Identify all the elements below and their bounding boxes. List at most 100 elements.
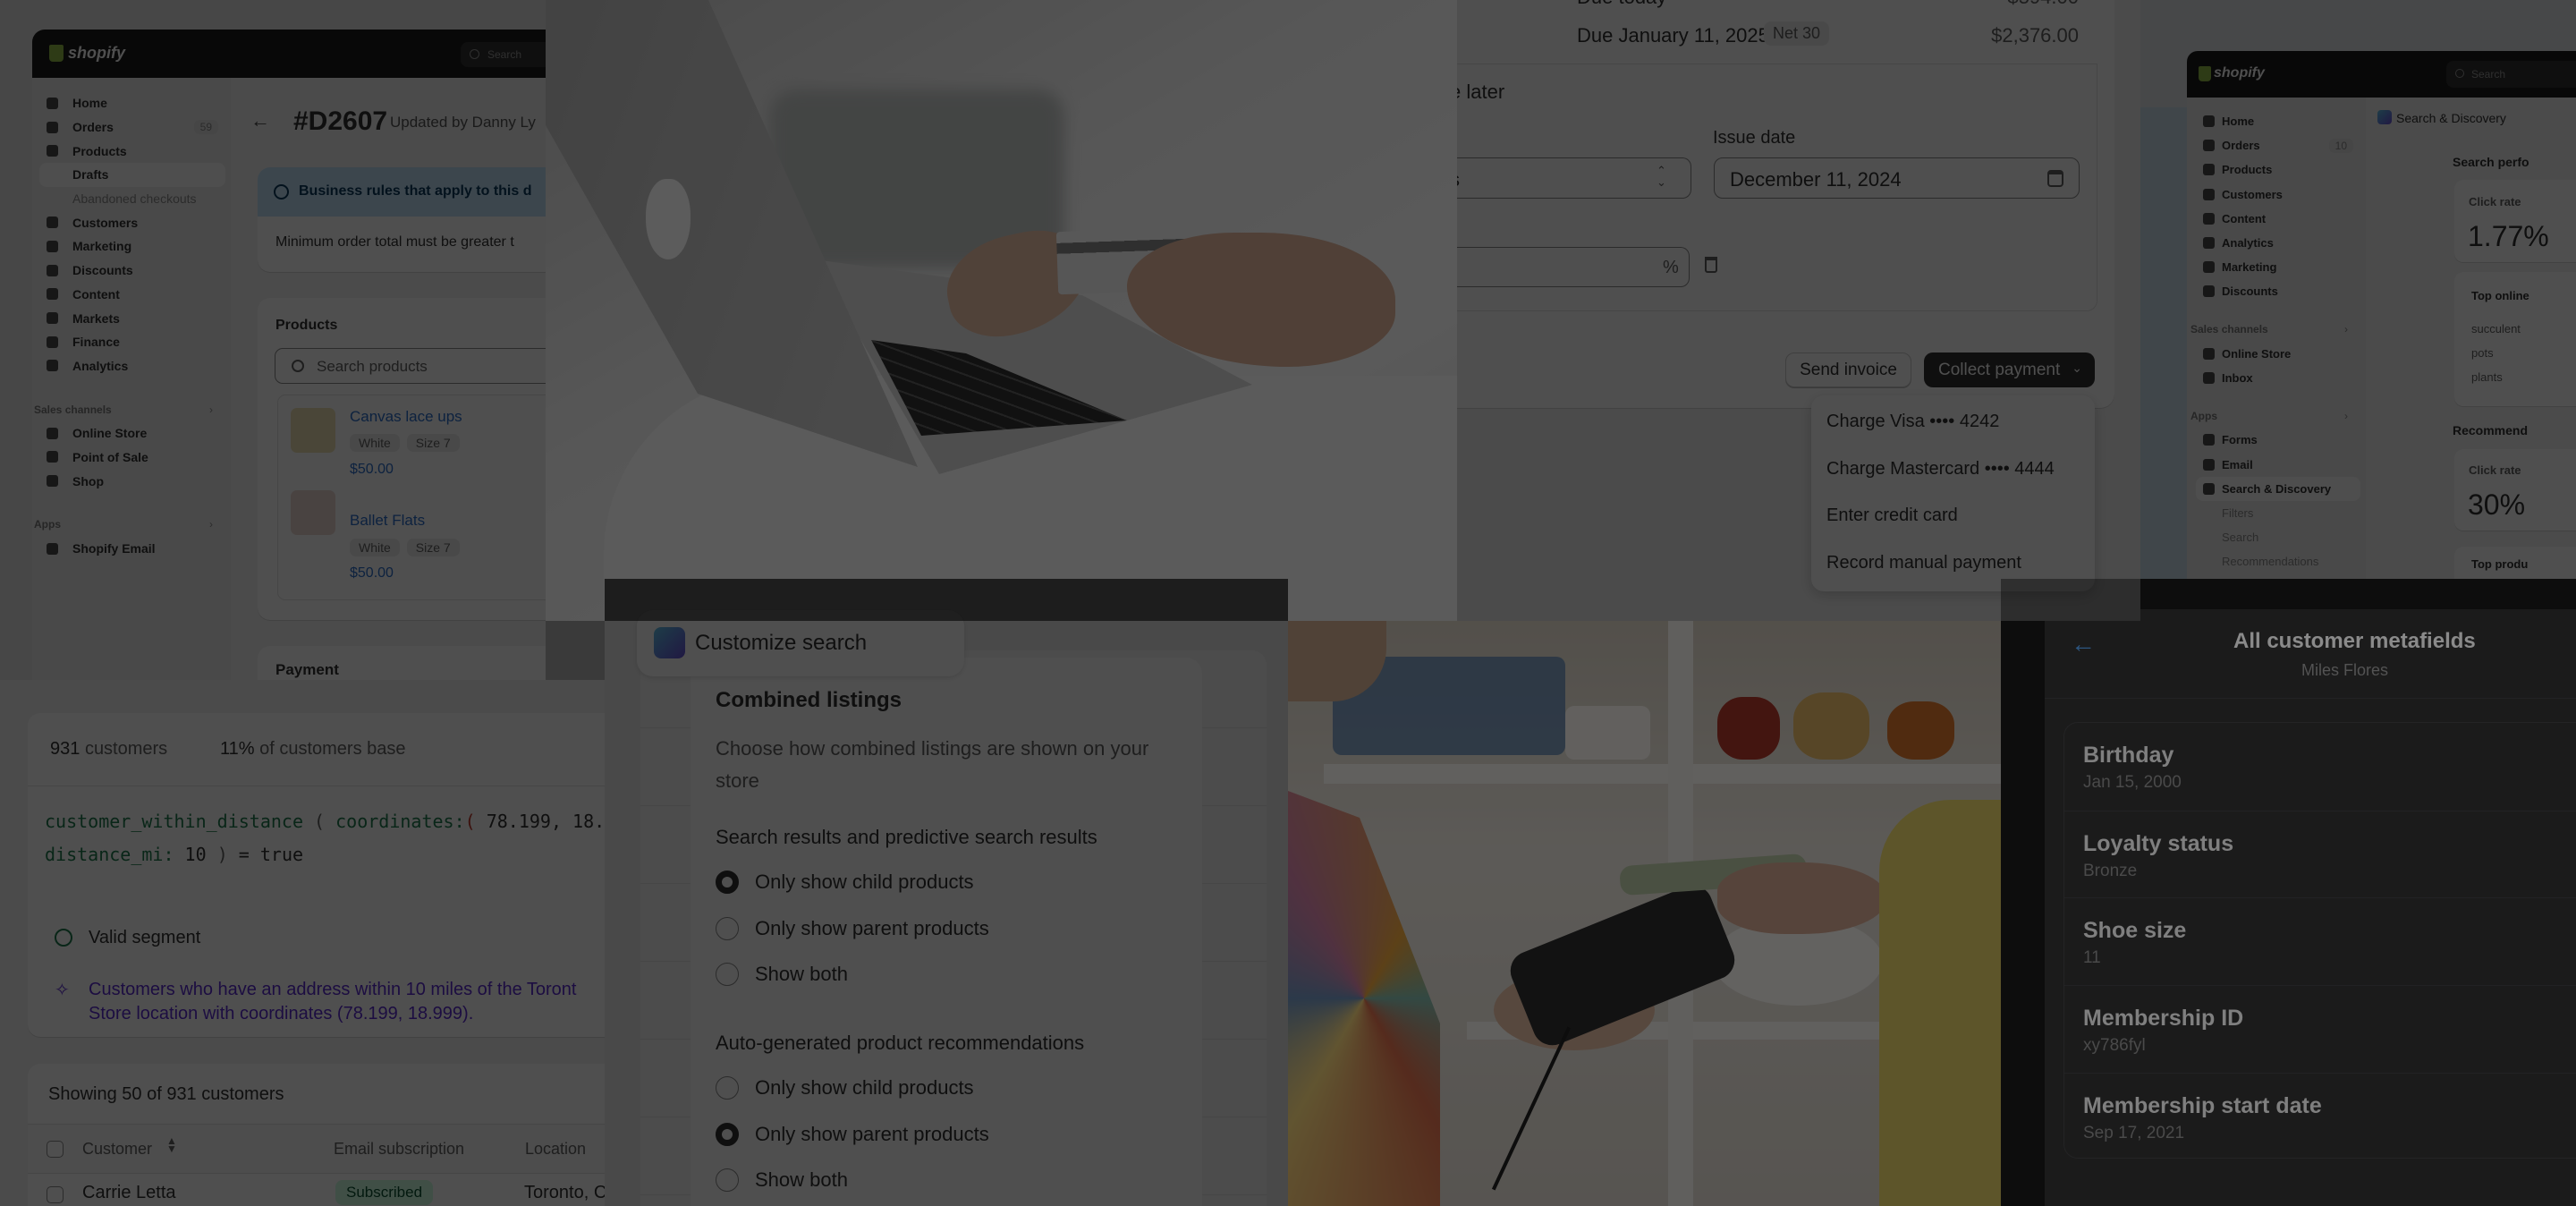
table-row[interactable]: Carrie Letta Subscribed Toronto, C bbox=[28, 1175, 605, 1206]
global-search[interactable]: Search bbox=[461, 42, 546, 67]
radio-button[interactable] bbox=[716, 916, 739, 940]
sidebar-item-shopify-email[interactable]: Shopify Email bbox=[47, 537, 225, 561]
product-name-link[interactable]: Canvas lace ups bbox=[350, 408, 462, 426]
payment-menu-item[interactable]: Charge Mastercard •••• 4444 bbox=[1826, 459, 2055, 480]
sidebar-item-recommendations[interactable]: Recommendations bbox=[2203, 549, 2360, 573]
marketing-icon bbox=[2203, 261, 2215, 274]
sidebar-item-drafts[interactable]: Drafts bbox=[39, 163, 225, 187]
radio-button[interactable] bbox=[716, 1168, 739, 1192]
sidebar-item-label: Point of Sale bbox=[72, 449, 148, 464]
metafield-row[interactable]: Membership ID xy786fyl bbox=[2064, 985, 2576, 1072]
metafield-row[interactable]: Membership start date Sep 17, 2021 bbox=[2064, 1072, 2576, 1159]
radio-option-label[interactable]: Only show parent products bbox=[755, 917, 989, 940]
issue-date-input[interactable]: December 11, 2024 bbox=[1714, 157, 2080, 199]
search-products-input[interactable]: Search products bbox=[275, 348, 546, 384]
metric-label: Click rate bbox=[2469, 195, 2521, 208]
metafield-label: Loyalty status bbox=[2083, 830, 2234, 856]
collect-payment-button[interactable]: Collect payment ⌄ bbox=[1924, 352, 2095, 387]
row-checkbox[interactable] bbox=[47, 1186, 64, 1203]
product-name-link[interactable]: Ballet Flats bbox=[350, 512, 425, 530]
sidebar-item-online-store[interactable]: Online Store bbox=[47, 421, 225, 446]
variant-chips: White Size 7 bbox=[350, 434, 467, 452]
sidebar-item-products[interactable]: Products bbox=[47, 139, 225, 163]
sidebar-item-marketing[interactable]: Marketing bbox=[47, 234, 225, 259]
page-title: #D2607 bbox=[293, 106, 388, 136]
sidebar-item-email[interactable]: Email bbox=[2203, 452, 2360, 476]
calendar-icon[interactable] bbox=[2047, 170, 2063, 187]
customer-segment-panel: 931 customers 11% of customers base cust… bbox=[0, 680, 605, 1206]
sidebar-item-filters[interactable]: Filters bbox=[2203, 501, 2360, 525]
customer-name[interactable]: Carrie Letta bbox=[82, 1183, 176, 1203]
metafield-row[interactable]: Birthday Jan 15, 2000 bbox=[2064, 723, 2576, 810]
sidebar-item-products[interactable]: Products bbox=[2203, 157, 2360, 182]
content-icon bbox=[2203, 212, 2215, 225]
section-label: Sales channels bbox=[2190, 323, 2268, 336]
radio-option-label[interactable]: Show both bbox=[755, 963, 848, 986]
sidebar-item-orders[interactable]: Orders 10 bbox=[2203, 133, 2360, 157]
sidebar-item-search-discovery[interactable]: Search & Discovery bbox=[2196, 476, 2360, 501]
metafield-label: Birthday bbox=[2083, 743, 2174, 768]
chevron-right-icon[interactable]: › bbox=[2344, 410, 2348, 422]
sidebar-item-home[interactable]: Home bbox=[47, 91, 225, 115]
payment-menu-item[interactable]: Enter credit card bbox=[1826, 505, 1958, 526]
sidebar-item-finance[interactable]: Finance bbox=[47, 330, 225, 354]
send-invoice-button[interactable]: Send invoice bbox=[1785, 352, 1911, 387]
radio-option-label[interactable]: Only show child products bbox=[755, 871, 974, 894]
radio-option-label[interactable]: Only show parent products bbox=[755, 1123, 989, 1146]
sidebar-item-abandoned-checkouts[interactable]: Abandoned checkouts bbox=[47, 187, 225, 211]
sidebar-item-search[interactable]: Search bbox=[2203, 525, 2360, 549]
marketing-icon bbox=[47, 240, 58, 252]
sidebar-item-discounts[interactable]: Discounts bbox=[2203, 279, 2360, 303]
column-header-customer[interactable]: Customer bbox=[82, 1140, 152, 1159]
shopify-logo: shopify bbox=[2214, 65, 2265, 81]
radio-button[interactable] bbox=[716, 1076, 739, 1100]
sidebar-item-point-of-sale[interactable]: Point of Sale bbox=[47, 446, 225, 470]
content-icon bbox=[47, 288, 58, 301]
sidebar-item-customers[interactable]: Customers bbox=[2203, 183, 2360, 207]
radio-button[interactable] bbox=[716, 963, 739, 986]
sidebar-item-shop[interactable]: Shop bbox=[47, 469, 225, 493]
sidebar-item-label: Home bbox=[2222, 115, 2255, 129]
sidebar-item-forms[interactable]: Forms bbox=[2203, 428, 2360, 452]
select-all-checkbox[interactable] bbox=[47, 1141, 64, 1158]
payment-terms-select[interactable]: s ⌃⌄ bbox=[1457, 157, 1691, 199]
pos-tap-to-pay-photo bbox=[1288, 621, 2001, 1206]
customer-location: Toronto, C bbox=[524, 1183, 605, 1202]
global-search[interactable]: Search bbox=[2446, 61, 2576, 88]
radio-button-selected[interactable] bbox=[716, 1122, 739, 1146]
trash-icon[interactable] bbox=[1705, 257, 1717, 273]
radio-option-label[interactable]: Show both bbox=[755, 1168, 848, 1192]
sidebar-item-markets[interactable]: Markets bbox=[47, 306, 225, 330]
sidebar-item-orders[interactable]: Orders 59 bbox=[47, 115, 225, 140]
sort-icon[interactable]: ▲ ▼ bbox=[166, 1135, 177, 1154]
back-arrow-icon[interactable]: ← bbox=[250, 109, 270, 132]
payment-menu-item[interactable]: Record manual payment bbox=[1826, 553, 2021, 573]
sidebar-item-customers[interactable]: Customers bbox=[47, 210, 225, 234]
metafield-row[interactable]: Loyalty status Bronze bbox=[2064, 810, 2576, 897]
sidebar-item-online-store[interactable]: Online Store bbox=[2203, 342, 2360, 366]
back-arrow-icon[interactable]: ← bbox=[2071, 630, 2096, 658]
chevron-right-icon[interactable]: › bbox=[2344, 323, 2348, 335]
sidebar-item-discounts[interactable]: Discounts bbox=[47, 259, 225, 283]
radio-option-label[interactable]: Only show child products bbox=[755, 1076, 974, 1100]
sidebar-item-home[interactable]: Home bbox=[2203, 109, 2360, 133]
segment-description-line2: Store location with coordinates (78.199,… bbox=[89, 1004, 474, 1023]
segment-query-editor[interactable]: customer_within_distance ( coordinates:(… bbox=[45, 805, 605, 871]
percent-input[interactable]: % bbox=[1457, 247, 1690, 287]
sidebar-item-content[interactable]: Content bbox=[2203, 207, 2360, 231]
sidebar-item-inbox[interactable]: Inbox bbox=[2203, 366, 2360, 390]
sidebar-item-label: Orders bbox=[2222, 139, 2260, 153]
banner-body: Minimum order total must be greater t bbox=[275, 234, 514, 250]
chevron-right-icon[interactable]: › bbox=[209, 403, 213, 416]
sidebar-item-analytics[interactable]: Analytics bbox=[2203, 231, 2360, 255]
chevron-up-down-icon: ⌃ ⌄ bbox=[1657, 164, 1666, 189]
payment-menu-item[interactable]: Charge Visa •••• 4242 bbox=[1826, 412, 1999, 432]
radio-button-selected[interactable] bbox=[716, 871, 739, 894]
background-strip bbox=[2140, 107, 2187, 579]
chevron-right-icon[interactable]: › bbox=[209, 518, 213, 531]
metafield-row[interactable]: Shoe size 11 bbox=[2064, 897, 2576, 984]
sidebar-item-label: Markets bbox=[72, 310, 120, 326]
sidebar-item-marketing[interactable]: Marketing bbox=[2203, 255, 2360, 279]
sidebar-item-analytics[interactable]: Analytics bbox=[47, 354, 225, 378]
sidebar-item-content[interactable]: Content bbox=[47, 283, 225, 307]
